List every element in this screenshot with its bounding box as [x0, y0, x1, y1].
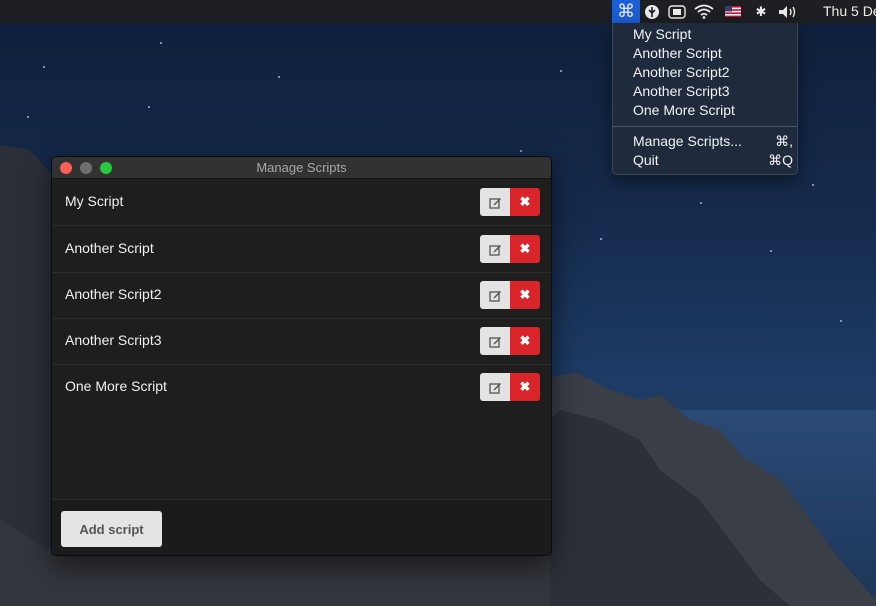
- script-name: Another Script2: [65, 286, 162, 302]
- script-row: One More Script ✖: [52, 364, 551, 410]
- menu-item-label: Manage Scripts...: [633, 133, 742, 149]
- edit-icon: [488, 290, 501, 302]
- script-row: Another Script ✖: [52, 226, 551, 273]
- delete-icon: ✖: [519, 333, 531, 348]
- edit-icon: [488, 336, 501, 348]
- menu-shortcut: ⌘Q: [768, 152, 793, 168]
- menu-item-quit[interactable]: Quit ⌘Q: [633, 151, 793, 170]
- menu-item-manage-scripts[interactable]: Manage Scripts... ⌘,: [633, 132, 793, 151]
- edit-icon: [488, 382, 501, 394]
- script-name: Another Script3: [65, 332, 162, 348]
- script-row: Another Script3 ✖: [52, 318, 551, 365]
- script-row: Another Script2 ✖: [52, 272, 551, 319]
- menu-item-script[interactable]: One More Script: [633, 101, 735, 120]
- edit-script-button[interactable]: [480, 373, 510, 401]
- script-row: My Script ✖: [52, 179, 551, 226]
- wifi-icon[interactable]: [690, 0, 718, 23]
- window-titlebar[interactable]: Manage Scripts: [52, 157, 551, 179]
- edit-icon: [488, 244, 501, 256]
- menu-separator: [613, 126, 797, 127]
- menu-shortcut: ⌘,: [775, 133, 793, 149]
- edit-script-button[interactable]: [480, 281, 510, 309]
- leaf-icon[interactable]: [640, 0, 664, 23]
- delete-script-button[interactable]: ✖: [510, 281, 540, 309]
- delete-script-button[interactable]: ✖: [510, 327, 540, 355]
- delete-script-button[interactable]: ✖: [510, 373, 540, 401]
- us-flag-icon[interactable]: [718, 0, 748, 23]
- display-icon[interactable]: [664, 0, 690, 23]
- status-menu-dropdown: My Script Another Script Another Script2…: [612, 23, 798, 175]
- delete-icon: ✖: [519, 287, 531, 302]
- edit-script-button[interactable]: [480, 235, 510, 263]
- edit-script-button[interactable]: [480, 188, 510, 216]
- menu-item-label: Quit: [633, 152, 659, 168]
- add-script-button[interactable]: Add script: [61, 511, 162, 547]
- delete-icon: ✖: [519, 379, 531, 394]
- menu-bar: ⌘ ✱ Thu 5 De: [0, 0, 876, 23]
- window-title: Manage Scripts: [256, 160, 347, 175]
- menu-item-script[interactable]: Another Script2: [633, 63, 730, 82]
- delete-icon: ✖: [519, 241, 531, 256]
- window-footer: Add script: [52, 499, 551, 555]
- delete-icon: ✖: [519, 194, 531, 209]
- edit-script-button[interactable]: [480, 327, 510, 355]
- edit-icon: [488, 197, 501, 209]
- menu-item-script[interactable]: Another Script3: [633, 82, 730, 101]
- delete-script-button[interactable]: ✖: [510, 188, 540, 216]
- manage-scripts-window: Manage Scripts My Script ✖ Another Scrip…: [51, 156, 552, 556]
- command-icon[interactable]: ⌘: [612, 0, 640, 23]
- menu-item-script[interactable]: My Script: [633, 25, 691, 44]
- menubar-clock[interactable]: Thu 5 De: [823, 3, 876, 19]
- volume-icon[interactable]: [774, 0, 802, 23]
- bluetooth-icon[interactable]: ✱: [748, 0, 774, 23]
- script-name: My Script: [65, 193, 124, 209]
- delete-script-button[interactable]: ✖: [510, 235, 540, 263]
- menu-item-script[interactable]: Another Script: [633, 44, 722, 63]
- script-name: Another Script: [65, 240, 154, 256]
- script-name: One More Script: [65, 378, 167, 394]
